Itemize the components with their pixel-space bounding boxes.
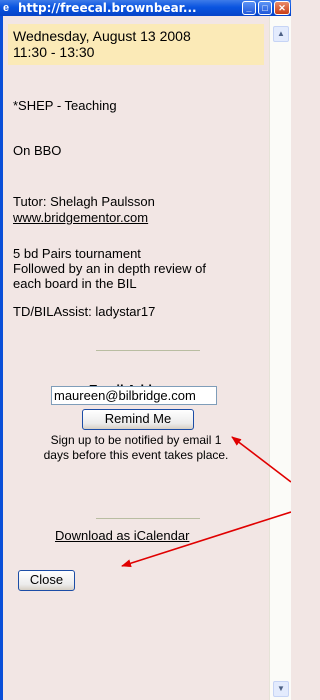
event-description-line: each board in the BIL [13,276,137,291]
event-details-panel: Wednesday, August 13 2008 11:30 - 13:30 … [3,16,269,700]
minimize-button[interactable]: _ [242,1,256,15]
reminder-note-line: Sign up to be notified by email 1 [50,433,222,447]
event-title: *SHEP - Teaching [13,98,117,113]
scroll-down-arrow-icon[interactable]: ▼ [273,681,289,697]
event-location: On BBO [13,143,62,158]
vertical-scrollbar[interactable]: ▲ ▼ [269,16,291,700]
reminder-note-line: days before this event takes place. [43,448,229,462]
event-time: 11:30 - 13:30 [13,44,95,60]
minimize-icon: _ [246,3,252,13]
close-button[interactable]: Close [18,570,75,591]
maximize-icon: □ [262,3,268,13]
scroll-up-arrow-icon[interactable]: ▲ [273,26,289,42]
maximize-button[interactable]: □ [258,1,272,15]
event-tutor: Tutor: Shelagh Paulsson [13,194,155,209]
window-title: http://freecal.brownbear... [18,1,197,15]
remind-me-button[interactable]: Remind Me [82,409,194,430]
event-date: Wednesday, August 13 2008 [13,28,191,44]
event-description-line: Followed by an in depth review of [13,261,206,276]
ie-icon: e [3,2,10,14]
close-icon: ✕ [278,3,286,13]
event-description-line: 5 bd Pairs tournament [13,246,141,261]
event-website-link[interactable]: www.bridgementor.com [13,210,148,225]
window-titlebar[interactable]: e http://freecal.brownbear... _ □ ✕ [0,0,291,16]
email-input[interactable] [51,386,217,405]
event-datetime-box: Wednesday, August 13 2008 11:30 - 13:30 [8,24,264,65]
close-window-button[interactable]: ✕ [274,1,290,15]
download-icalendar-link[interactable]: Download as iCalendar [55,528,189,543]
event-assist: TD/BILAssist: ladystar17 [13,304,156,319]
divider [96,518,200,519]
divider [96,350,200,351]
